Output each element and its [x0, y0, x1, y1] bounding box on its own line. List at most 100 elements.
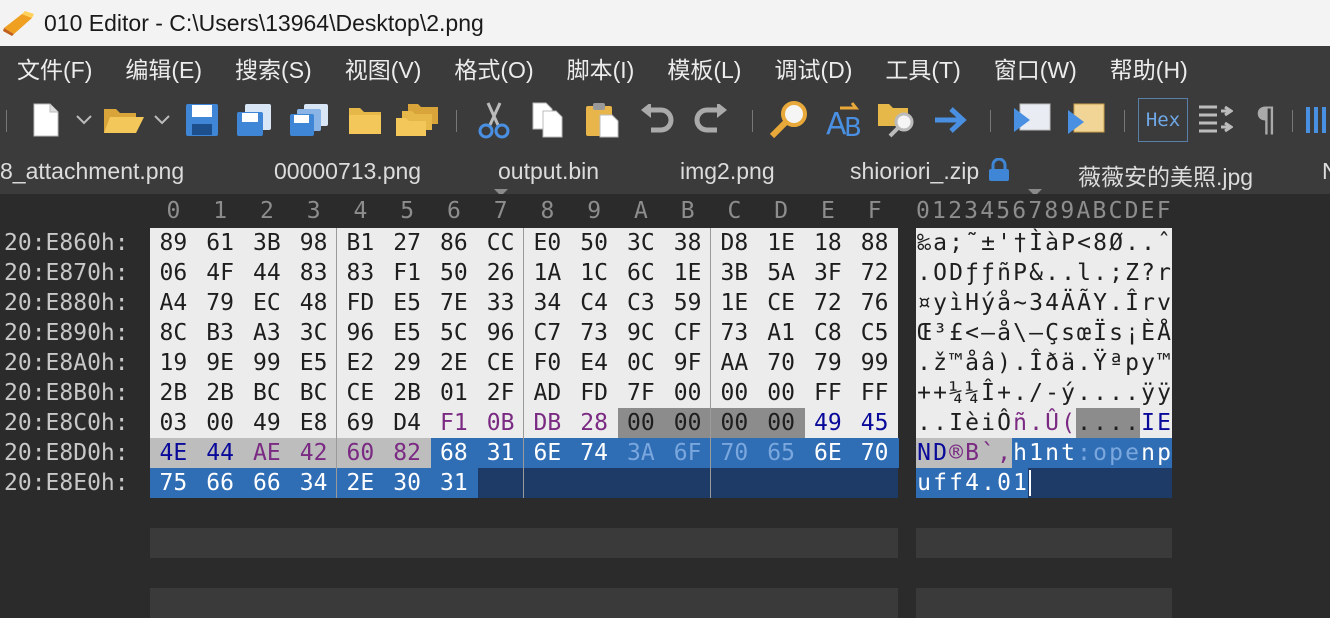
hex-byte[interactable]: 83: [337, 260, 384, 286]
ascii-char[interactable]: å: [996, 290, 1012, 316]
ascii-char[interactable]: ì: [948, 290, 964, 316]
hex-byte[interactable]: 34: [524, 290, 571, 316]
ascii-char[interactable]: n: [1140, 440, 1156, 466]
hex-byte[interactable]: 7E: [431, 290, 478, 316]
hex-byte[interactable]: 75: [150, 470, 197, 496]
ascii-char[interactable]: ž: [932, 350, 948, 376]
ascii-char[interactable]: ™: [1156, 350, 1172, 376]
ascii-char[interactable]: +: [996, 380, 1012, 406]
ascii-char[interactable]: +: [932, 380, 948, 406]
hex-mode-icon[interactable]: Hex: [1138, 98, 1188, 142]
ascii-char[interactable]: p: [1156, 440, 1172, 466]
ascii-char[interactable]: ˆ: [1156, 230, 1172, 256]
ascii-char[interactable]: å: [964, 350, 980, 376]
ascii-char[interactable]: Ï: [1092, 320, 1108, 346]
hex-byte[interactable]: FD: [571, 380, 618, 406]
goto-icon[interactable]: [928, 100, 972, 140]
ascii-char[interactable]: t: [1060, 440, 1076, 466]
hex-byte[interactable]: 79: [805, 350, 852, 376]
hex-byte[interactable]: CE: [477, 350, 524, 376]
hex-byte[interactable]: 70: [758, 350, 805, 376]
ascii-char[interactable]: ™: [948, 350, 964, 376]
hex-byte[interactable]: 74: [571, 440, 618, 466]
ascii-char[interactable]: Ç: [1044, 320, 1060, 346]
ascii-char[interactable]: <: [1076, 230, 1092, 256]
ascii-char[interactable]: .: [1076, 380, 1092, 406]
menu-item-1[interactable]: 编辑(E): [125, 51, 202, 85]
hex-byte[interactable]: 31: [477, 440, 524, 466]
ascii-char[interactable]: ,: [996, 440, 1012, 466]
ascii-char[interactable]: 0: [996, 470, 1012, 496]
hex-byte[interactable]: 6E: [805, 440, 852, 466]
ascii-char[interactable]: .: [1108, 380, 1124, 406]
hex-byte[interactable]: E2: [337, 350, 384, 376]
hex-byte[interactable]: 8C: [150, 320, 197, 346]
ascii-char[interactable]: P: [1060, 230, 1076, 256]
hex-byte[interactable]: 28: [571, 410, 618, 436]
ascii-char[interactable]: 4: [1044, 290, 1060, 316]
hex-byte[interactable]: 66: [197, 470, 244, 496]
tab-shioriori-zip[interactable]: shioriori_.zip: [850, 157, 1012, 185]
hex-byte[interactable]: 6F: [664, 440, 711, 466]
ascii-char[interactable]: Û: [1044, 410, 1060, 436]
ascii-char[interactable]: È: [1140, 320, 1156, 346]
ascii-char[interactable]: Ø: [1108, 230, 1124, 256]
ascii-char[interactable]: ~: [1012, 290, 1028, 316]
columns-icon[interactable]: [1304, 100, 1330, 140]
hex-byte[interactable]: 1A: [524, 260, 571, 286]
hex-byte[interactable]: 66: [244, 470, 291, 496]
hex-byte[interactable]: 00: [618, 410, 665, 436]
ascii-char[interactable]: ?: [1140, 260, 1156, 286]
ascii-char[interactable]: ƒ: [964, 260, 980, 286]
hex-byte[interactable]: 29: [384, 350, 431, 376]
tab-00000713-png[interactable]: 00000713.png: [274, 158, 421, 185]
ascii-char[interactable]: h: [1012, 440, 1028, 466]
hex-byte[interactable]: 0C: [618, 350, 665, 376]
hex-byte[interactable]: CF: [664, 320, 711, 346]
ascii-char[interactable]: \: [1012, 320, 1028, 346]
ascii-char[interactable]: .: [1124, 410, 1140, 436]
ascii-char[interactable]: .: [1060, 260, 1076, 286]
hex-byte[interactable]: 70: [851, 440, 898, 466]
ascii-char[interactable]: .: [932, 410, 948, 436]
ascii-char[interactable]: f: [948, 470, 964, 496]
hex-byte[interactable]: FF: [851, 380, 898, 406]
hex-byte[interactable]: E5: [384, 320, 431, 346]
tab-vivian-photo-jpg[interactable]: 薇薇安的美照.jpg: [1078, 158, 1253, 192]
hex-byte[interactable]: 03: [150, 410, 197, 436]
tab-8-attachment-png[interactable]: 8_attachment.png: [0, 158, 184, 185]
ascii-char[interactable]: n: [1044, 440, 1060, 466]
ascii-char[interactable]: .: [1108, 410, 1124, 436]
hex-byte[interactable]: 19: [150, 350, 197, 376]
hex-byte[interactable]: 00: [664, 380, 711, 406]
ascii-char[interactable]: D: [932, 440, 948, 466]
ascii-char[interactable]: .: [1140, 230, 1156, 256]
ascii-char[interactable]: .: [1092, 260, 1108, 286]
hex-byte[interactable]: 86: [431, 230, 478, 256]
hex-editor[interactable]: 0 1 2 3 4 5 6 7 8 9 A B C D E F 0123456789ABCDEF 20:E860h…: [0, 194, 1330, 618]
ascii-char[interactable]: ý: [1060, 380, 1076, 406]
ascii-char[interactable]: r: [1156, 260, 1172, 286]
hex-byte[interactable]: 49: [244, 410, 291, 436]
hex-byte[interactable]: 0B: [477, 410, 524, 436]
ascii-char[interactable]: i: [980, 410, 996, 436]
ascii-char[interactable]: +: [916, 380, 932, 406]
hex-byte[interactable]: 70: [711, 440, 758, 466]
menu-item-4[interactable]: 格式(O): [454, 51, 533, 85]
hex-byte[interactable]: E0: [524, 230, 571, 256]
hex-byte[interactable]: 2E: [337, 470, 384, 496]
hex-byte[interactable]: 72: [805, 290, 852, 316]
hex-byte[interactable]: AE: [244, 440, 291, 466]
hex-byte[interactable]: 30: [384, 470, 431, 496]
open-workspace-icon[interactable]: [392, 100, 442, 140]
ascii-char[interactable]: ;: [948, 230, 964, 256]
hex-byte[interactable]: A4: [150, 290, 197, 316]
find-in-files-icon[interactable]: [874, 100, 920, 140]
ascii-char[interactable]: 3: [1028, 290, 1044, 316]
ascii-char[interactable]: .: [1076, 350, 1092, 376]
ascii-char[interactable]: ð: [1044, 350, 1060, 376]
ascii-char[interactable]: è: [964, 410, 980, 436]
hex-byte[interactable]: 31: [431, 470, 478, 496]
compare-icon[interactable]: [1194, 100, 1236, 140]
hex-byte[interactable]: 61: [197, 230, 244, 256]
